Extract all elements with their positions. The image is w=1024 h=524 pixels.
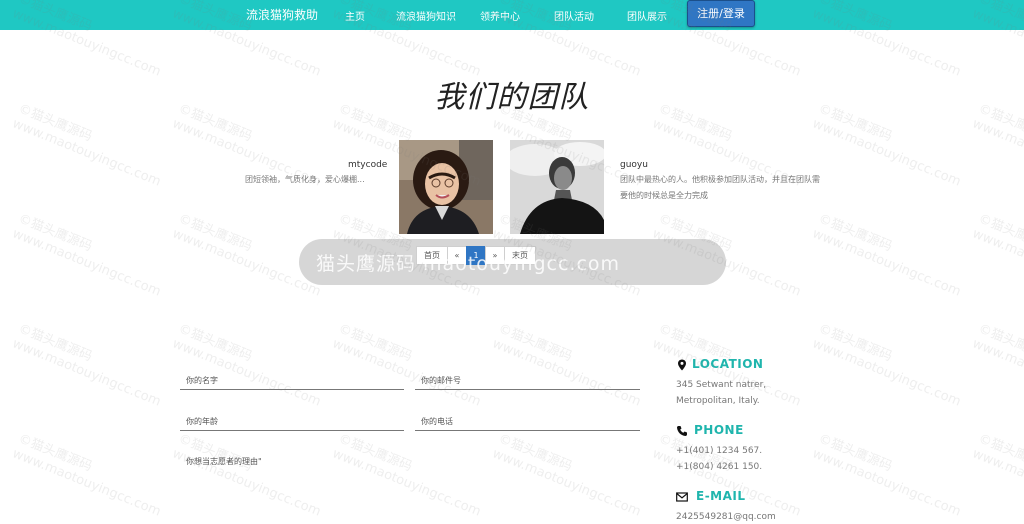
member-name-1: mtycode (348, 160, 388, 170)
phone-heading: PHONE (694, 423, 744, 437)
email-input[interactable] (415, 370, 640, 385)
watermark-text: ©猫头鹰源码www.maotouyingcc.com (970, 321, 1024, 410)
watermark-text: ©猫头鹰源码www.maotouyingcc.com (970, 431, 1024, 520)
watermark-text: ©猫头鹰源码www.maotouyingcc.com (810, 211, 963, 300)
watermark-text: ©猫头鹰源码www.maotouyingcc.com (10, 211, 163, 300)
nav-link-home[interactable]: 主页 (345, 8, 365, 23)
reason-textarea[interactable] (180, 451, 640, 511)
watermark-text: ©猫头鹰源码www.maotouyingcc.com (170, 321, 323, 410)
phone-icon (677, 426, 687, 436)
email-field (415, 368, 640, 390)
email-line-1[interactable]: 2425549281@qq.com (676, 509, 776, 524)
nav-link-team[interactable]: 团队展示 (627, 8, 667, 23)
envelope-icon (676, 492, 688, 502)
watermark-text: ©猫头鹰源码www.maotouyingcc.com (330, 321, 483, 410)
age-input[interactable] (180, 411, 404, 426)
member-portrait-man (510, 140, 604, 234)
watermark-text: ©猫头鹰源码www.maotouyingcc.com (810, 431, 963, 520)
map-marker-icon (678, 359, 686, 371)
watermark-text: ©猫头鹰源码www.maotouyingcc.com (10, 431, 163, 520)
phone-input[interactable] (415, 411, 640, 426)
top-navbar: 流浪猫狗救助 主页 流浪猫狗知识 领养中心 团队活动 团队展示 注册/登录 (0, 0, 1024, 30)
watermark-text: ©猫头鹰源码www.maotouyingcc.com (970, 211, 1024, 300)
register-login-button[interactable]: 注册/登录 (687, 0, 755, 27)
watermark-text: ©猫头鹰源码www.maotouyingcc.com (490, 321, 643, 410)
age-field (180, 409, 404, 431)
phone-line-2: +1(804) 4261 150. (676, 462, 763, 472)
member-name-2: guoyu (620, 160, 648, 170)
nav-link-knowledge[interactable]: 流浪猫狗知识 (396, 8, 456, 23)
location-heading: LOCATION (692, 357, 764, 371)
name-input[interactable] (180, 370, 404, 385)
location-line-2: Metropolitan, Italy. (676, 396, 760, 406)
member-portrait-woman (399, 140, 493, 234)
member-desc-2: 团队中最热心的人。他积极参加团队活动，并且在团队需要他的时候总是全力完成 (620, 175, 820, 200)
reason-field (180, 451, 640, 511)
nav-link-activities[interactable]: 团队活动 (554, 8, 594, 23)
watermark-text: ©猫头鹰源码www.maotouyingcc.com (10, 321, 163, 410)
watermark-text: ©猫头鹰源码www.maotouyingcc.com (810, 321, 963, 410)
location-line-1: 345 Setwant natrer, (676, 380, 767, 390)
brand-logo-text[interactable]: 流浪猫狗救助 (246, 6, 318, 23)
nav-link-adoption[interactable]: 领养中心 (480, 8, 520, 23)
phone-field (415, 409, 640, 431)
email-heading: E-MAIL (696, 489, 746, 503)
member-desc-1: 团短领袖，气质化身，爱心爆棚... (245, 175, 365, 184)
name-field (180, 368, 404, 390)
team-section-title: 我们的团队 (434, 80, 590, 115)
phone-line-1: +1(401) 1234 567. (676, 446, 763, 456)
member-photo-2[interactable] (510, 140, 604, 234)
member-photo-1[interactable] (399, 140, 493, 234)
pagination-overlay-text: 猫头鹰源码 maotouyingcc.com (316, 253, 621, 275)
